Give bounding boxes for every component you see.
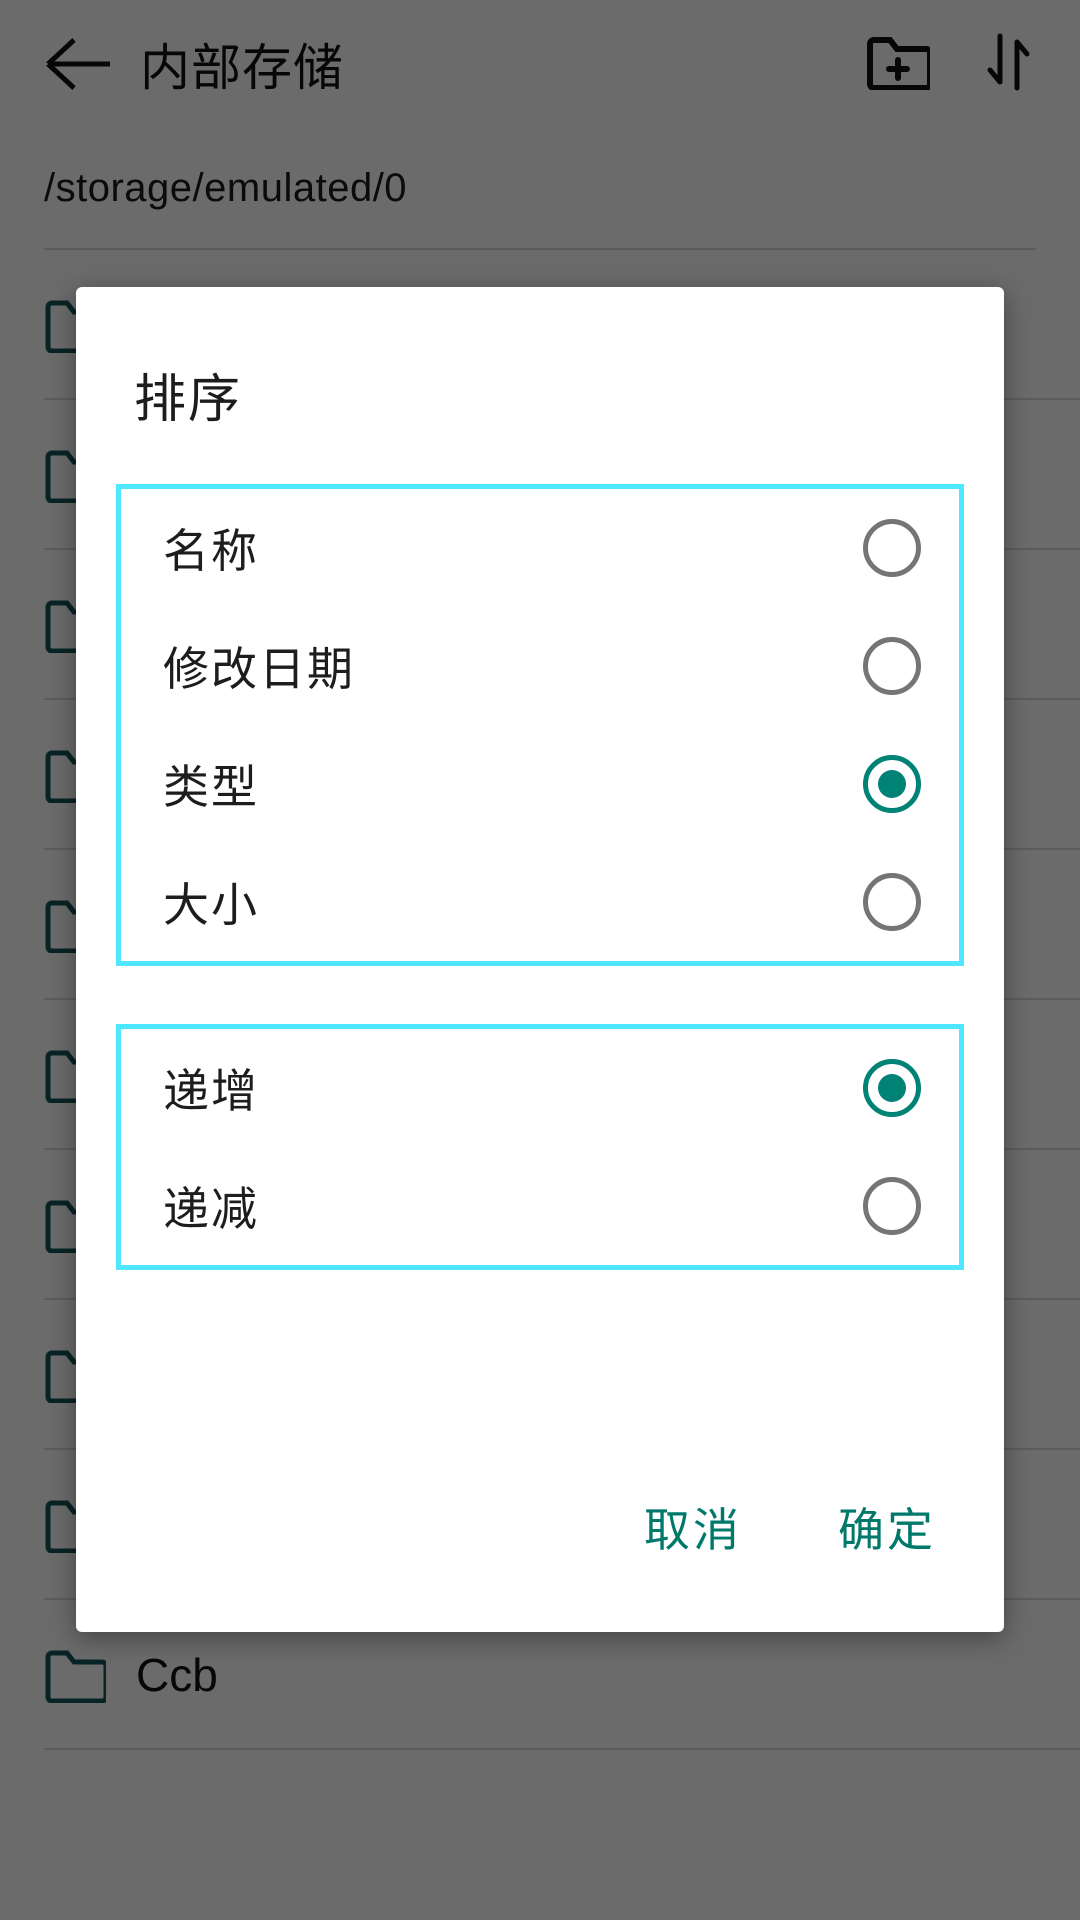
radio-option-type[interactable]: 类型: [121, 725, 959, 843]
screen-root: 内部存储 /storage/: [0, 0, 1080, 1920]
radio-option-label: 递增: [163, 1055, 863, 1121]
radio-option-label: 类型: [163, 751, 863, 817]
radio-option-size[interactable]: 大小: [121, 843, 959, 961]
radio-option-descending[interactable]: 递减: [121, 1147, 959, 1265]
dialog-title: 排序: [76, 287, 1004, 432]
radio-option-label: 修改日期: [163, 633, 863, 699]
radio-option-label: 大小: [163, 869, 863, 935]
radio-button-selected-icon[interactable]: [863, 1059, 921, 1117]
dialog-body: 名称 修改日期 类型 大小 递增: [76, 484, 1004, 1270]
radio-button-unselected-icon[interactable]: [863, 873, 921, 931]
sort-field-group: 名称 修改日期 类型 大小: [116, 484, 964, 966]
sort-dialog: 排序 名称 修改日期 类型 大小: [76, 287, 1004, 1632]
radio-button-unselected-icon[interactable]: [863, 1177, 921, 1235]
radio-option-modified-date[interactable]: 修改日期: [121, 607, 959, 725]
radio-option-ascending[interactable]: 递增: [121, 1029, 959, 1147]
radio-option-name[interactable]: 名称: [121, 489, 959, 607]
radio-button-unselected-icon[interactable]: [863, 637, 921, 695]
radio-option-label: 递减: [163, 1173, 863, 1239]
dialog-actions: 取消 确定: [76, 1484, 1004, 1632]
confirm-button[interactable]: 确定: [834, 1484, 940, 1570]
sort-order-group: 递增 递减: [116, 1024, 964, 1270]
radio-button-unselected-icon[interactable]: [863, 519, 921, 577]
radio-option-label: 名称: [163, 515, 863, 581]
cancel-button[interactable]: 取消: [640, 1484, 746, 1570]
radio-button-selected-icon[interactable]: [863, 755, 921, 813]
